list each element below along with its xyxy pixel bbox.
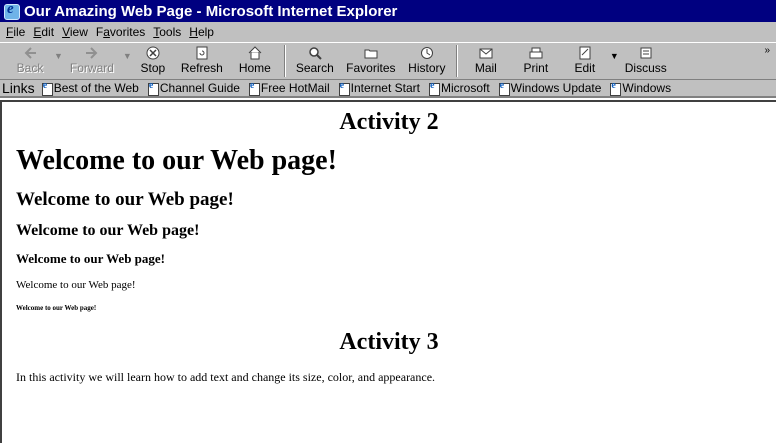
toolbar-separator (455, 45, 458, 77)
page-icon (248, 80, 260, 96)
menu-tools[interactable]: Tools (153, 25, 181, 39)
links-bar: Links Best of the Web Channel Guide Free… (0, 80, 776, 98)
menu-favorites[interactable]: Favorites (96, 25, 145, 39)
search-icon (307, 45, 323, 61)
stop-icon (145, 45, 161, 61)
link-internet-start[interactable]: Internet Start (338, 80, 420, 96)
heading-4: Welcome to our Web page! (16, 251, 166, 266)
heading-1: Welcome to our Web page! (16, 145, 337, 176)
link-best-of-the-web[interactable]: Best of the Web (41, 80, 139, 96)
menu-help[interactable]: Help (189, 25, 214, 39)
edit-button[interactable]: Edit (562, 43, 608, 79)
page-content: Activity 2 Welcome to our Web page! Welc… (0, 100, 776, 443)
menu-bar: File Edit View Favorites Tools Help (0, 22, 776, 42)
print-button[interactable]: Print (510, 43, 562, 79)
search-button[interactable]: Search (290, 43, 340, 79)
mail-button[interactable]: Mail (462, 43, 510, 79)
home-icon (247, 45, 263, 61)
standard-toolbar: Back ▼ Forward ▼ Stop Refresh Home Searc… (0, 42, 776, 80)
menu-edit[interactable]: Edit (33, 25, 54, 39)
menu-view[interactable]: View (62, 25, 88, 39)
back-dropdown-icon[interactable]: ▼ (54, 51, 63, 61)
page-icon (41, 80, 53, 96)
edit-dropdown-icon[interactable]: ▼ (610, 51, 619, 61)
forward-dropdown-icon[interactable]: ▼ (123, 51, 132, 61)
discuss-icon (638, 45, 654, 61)
discuss-button[interactable]: Discuss (619, 43, 673, 79)
refresh-icon (194, 45, 210, 61)
home-button[interactable]: Home (230, 43, 280, 79)
window-titlebar[interactable]: Our Amazing Web Page - Microsoft Interne… (0, 0, 776, 22)
link-free-hotmail[interactable]: Free HotMail (248, 80, 330, 96)
forward-button[interactable]: Forward (63, 43, 121, 79)
history-icon (419, 45, 435, 61)
activity-paragraph: In this activity we will learn how to ad… (16, 370, 436, 384)
toolbar-separator (283, 45, 286, 77)
link-channel-guide[interactable]: Channel Guide (147, 80, 240, 96)
link-windows[interactable]: Windows (609, 80, 671, 96)
back-button[interactable]: Back (8, 43, 52, 79)
history-button[interactable]: History (402, 43, 452, 79)
link-microsoft[interactable]: Microsoft (428, 80, 490, 96)
links-label[interactable]: Links (2, 80, 35, 96)
printer-icon (528, 45, 544, 61)
page-icon (609, 80, 622, 96)
internet-explorer-icon (2, 1, 20, 20)
link-windows-update[interactable]: Windows Update (498, 80, 601, 96)
page-icon (498, 80, 510, 96)
toolbar-overflow-chevron-icon[interactable]: » (764, 45, 770, 56)
page-icon (428, 80, 440, 96)
activity-3-heading: Activity 3 (339, 329, 439, 355)
back-arrow-icon (22, 45, 38, 61)
heading-3: Welcome to our Web page! (16, 222, 200, 239)
mail-icon (478, 45, 494, 61)
heading-6: Welcome to our Web page! (16, 304, 97, 312)
favorites-button[interactable]: Favorites (340, 43, 402, 79)
heading-5: Welcome to our Web page! (16, 279, 136, 291)
forward-arrow-icon (84, 45, 100, 61)
stop-button[interactable]: Stop (132, 43, 174, 79)
activity-2-heading: Activity 2 (339, 109, 439, 135)
window-title: Our Amazing Web Page - Microsoft Interne… (24, 2, 398, 20)
favorites-folder-icon (363, 45, 379, 61)
page-icon (147, 80, 159, 96)
menu-file[interactable]: File (6, 25, 25, 39)
page-icon (338, 80, 350, 96)
heading-2: Welcome to our Web page! (16, 189, 234, 210)
refresh-button[interactable]: Refresh (174, 43, 230, 79)
edit-page-icon (577, 45, 593, 61)
